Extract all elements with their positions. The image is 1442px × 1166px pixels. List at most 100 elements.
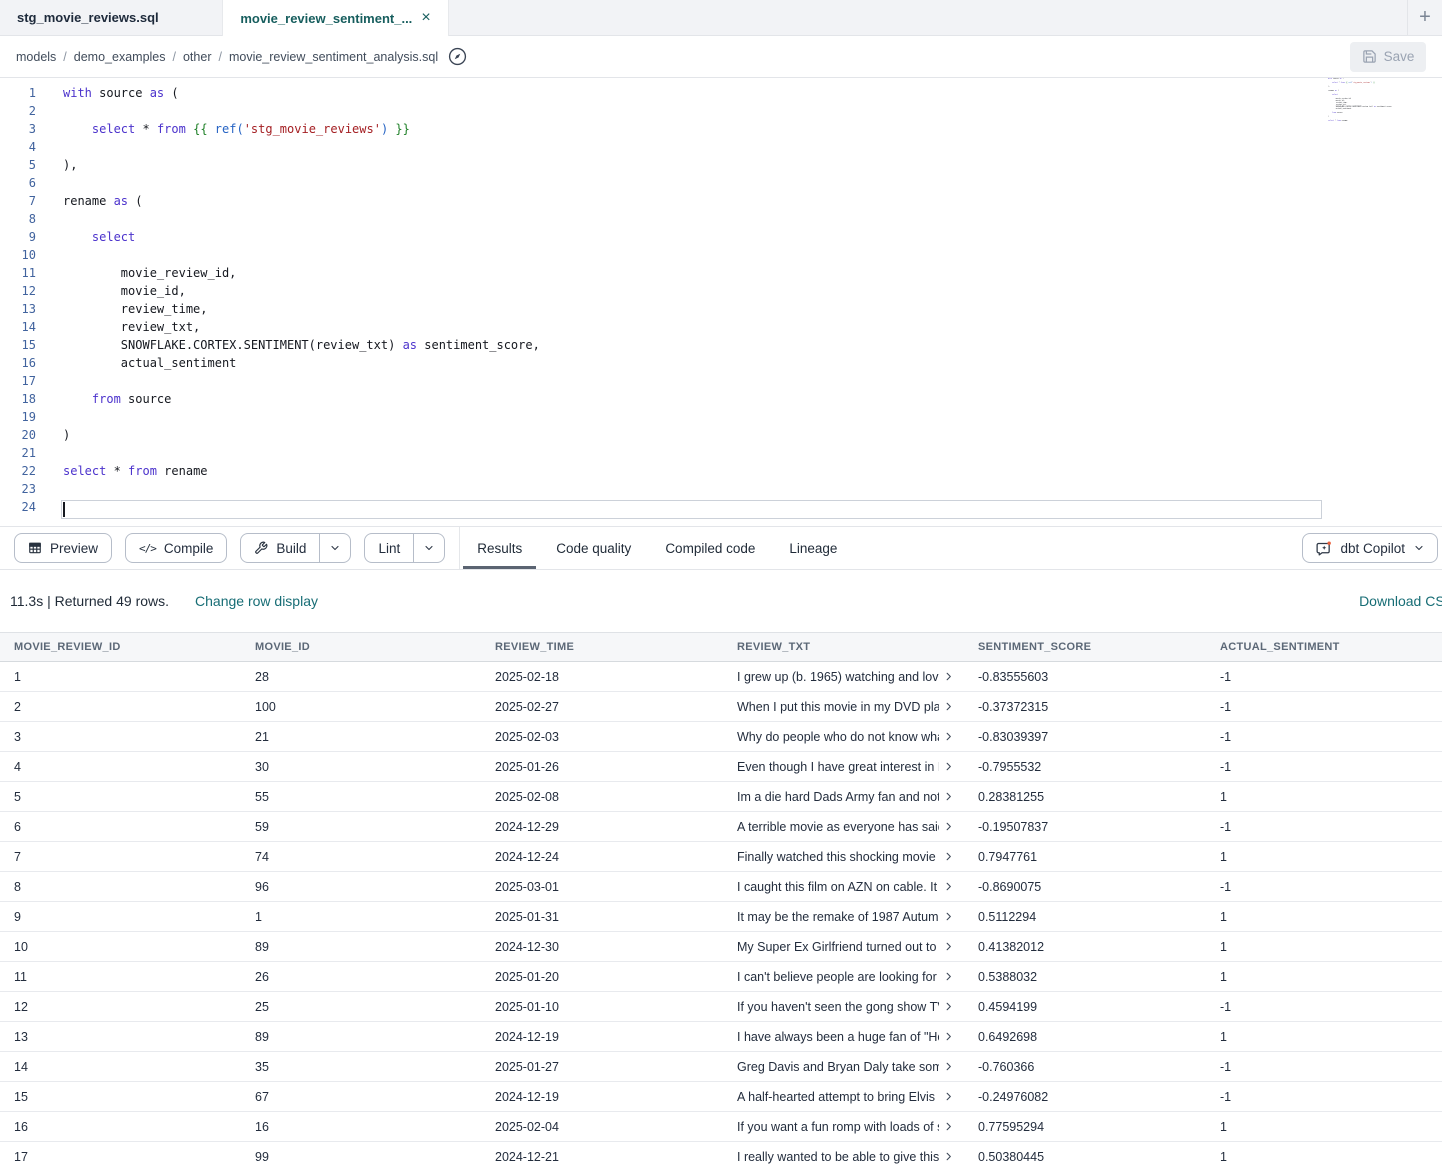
table-row: 14352025-01-27Greg Davis and Bryan Daly … [0, 1052, 1442, 1082]
tab-results[interactable]: Results [463, 527, 536, 569]
review-text: Even though I have great interest in Bi… [737, 760, 939, 774]
expand-cell-icon[interactable] [943, 1151, 954, 1162]
table-cell: 12 [0, 992, 241, 1021]
close-tab-icon[interactable]: × [421, 10, 430, 26]
table-cell: 10 [0, 932, 241, 961]
expand-cell-icon[interactable] [943, 881, 954, 892]
table-cell: -0.8690075 [964, 872, 1206, 901]
file-tab-label: stg_movie_reviews.sql [17, 10, 159, 25]
expand-cell-icon[interactable] [943, 761, 954, 772]
expand-cell-icon[interactable] [943, 911, 954, 922]
build-dropdown-button[interactable] [319, 534, 350, 562]
table-row: 4302025-01-26Even though I have great in… [0, 752, 1442, 782]
expand-cell-icon[interactable] [943, 731, 954, 742]
table-cell: 2024-12-19 [481, 1022, 723, 1051]
table-cell: 28 [241, 662, 481, 691]
file-tab-movie-review-sentiment[interactable]: movie_review_sentiment_... × [222, 0, 449, 36]
table-cell: 2025-01-27 [481, 1052, 723, 1081]
expand-cell-icon[interactable] [943, 821, 954, 832]
table-grid-icon [28, 541, 42, 555]
table-cell: 2025-02-08 [481, 782, 723, 811]
lint-button[interactable]: Lint [365, 534, 413, 562]
table-cell: 2025-03-01 [481, 872, 723, 901]
review-text: Greg Davis and Bryan Daly take some … [737, 1060, 939, 1074]
expand-cell-icon[interactable] [943, 1121, 954, 1132]
action-bar: Preview </> Compile Build Lint Results C… [0, 527, 1442, 570]
code-icon: </> [139, 542, 156, 555]
lint-split-button: Lint [364, 533, 445, 563]
table-cell: 2 [0, 692, 241, 721]
table-cell: 9 [0, 902, 241, 931]
code-editor[interactable]: 123456789101112131415161718192021222324 … [0, 78, 1442, 527]
chevron-down-icon [1413, 542, 1425, 554]
table-cell: I really wanted to be able to give this … [723, 1142, 964, 1166]
compile-button[interactable]: </> Compile [125, 533, 227, 563]
table-cell: 55 [241, 782, 481, 811]
expand-cell-icon[interactable] [943, 1001, 954, 1012]
preview-button[interactable]: Preview [14, 533, 112, 563]
expand-cell-icon[interactable] [943, 1091, 954, 1102]
column-header: MOVIE_REVIEW_ID [0, 633, 241, 661]
expand-cell-icon[interactable] [943, 1031, 954, 1042]
file-tab-stg-movie-reviews[interactable]: stg_movie_reviews.sql [0, 0, 222, 35]
table-cell: -0.19507837 [964, 812, 1206, 841]
table-row: 12252025-01-10If you haven't seen the go… [0, 992, 1442, 1022]
table-cell: -1 [1206, 752, 1442, 781]
expand-cell-icon[interactable] [943, 851, 954, 862]
table-cell: 1 [1206, 782, 1442, 811]
table-cell: 26 [241, 962, 481, 991]
file-tab-bar: stg_movie_reviews.sql movie_review_senti… [0, 0, 1442, 36]
breadcrumb-separator: / [63, 50, 66, 64]
table-cell: 2025-02-03 [481, 722, 723, 751]
table-cell: 0.5112294 [964, 902, 1206, 931]
expand-cell-icon[interactable] [943, 791, 954, 802]
table-cell: 67 [241, 1082, 481, 1111]
compile-label: Compile [164, 541, 214, 556]
breadcrumb-segment: demo_examples [74, 50, 166, 64]
table-cell: 16 [0, 1112, 241, 1141]
tab-code-quality[interactable]: Code quality [542, 527, 645, 569]
expand-cell-icon[interactable] [943, 1061, 954, 1072]
table-cell: 25 [241, 992, 481, 1021]
new-tab-button[interactable]: + [1408, 0, 1442, 35]
table-cell: -0.7955532 [964, 752, 1206, 781]
dbt-copilot-button[interactable]: dbt Copilot [1302, 533, 1438, 563]
review-text: I really wanted to be able to give this … [737, 1150, 939, 1164]
table-cell: 5 [0, 782, 241, 811]
expand-cell-icon[interactable] [943, 971, 954, 982]
tab-lineage[interactable]: Lineage [775, 527, 851, 569]
table-cell: 1 [1206, 902, 1442, 931]
save-button[interactable]: Save [1350, 42, 1426, 72]
expand-cell-icon[interactable] [943, 941, 954, 952]
change-row-display-link[interactable]: Change row display [195, 593, 318, 609]
results-table: MOVIE_REVIEW_IDMOVIE_IDREVIEW_TIMEREVIEW… [0, 632, 1442, 1166]
expand-cell-icon[interactable] [943, 671, 954, 682]
table-row: 7742024-12-24Finally watched this shocki… [0, 842, 1442, 872]
lint-dropdown-button[interactable] [413, 534, 444, 562]
table-cell: 35 [241, 1052, 481, 1081]
table-cell: 6 [0, 812, 241, 841]
table-cell: 2025-02-04 [481, 1112, 723, 1141]
editor-minimap[interactable]: with source as ( select * from {{ ref('s… [1328, 78, 1402, 136]
table-cell: 1 [1206, 842, 1442, 871]
editor-gutter: 123456789101112131415161718192021222324 [0, 86, 48, 526]
build-split-button: Build [240, 533, 351, 563]
build-label: Build [276, 541, 306, 556]
review-text: If you haven't seen the gong show TV s… [737, 1000, 939, 1014]
table-cell: I grew up (b. 1965) watching and lovin… [723, 662, 964, 691]
table-cell: 13 [0, 1022, 241, 1051]
download-csv-link[interactable]: Download CSV [1359, 593, 1442, 609]
compass-icon[interactable] [448, 47, 467, 66]
table-cell: Why do people who do not know what… [723, 722, 964, 751]
table-cell: 0.4594199 [964, 992, 1206, 1021]
tab-compiled-code[interactable]: Compiled code [651, 527, 769, 569]
table-cell: 15 [0, 1082, 241, 1111]
table-cell: 0.41382012 [964, 932, 1206, 961]
table-cell: 3 [0, 722, 241, 751]
column-header: MOVIE_ID [241, 633, 481, 661]
editor-code[interactable]: with source as ( select * from {{ ref('s… [48, 86, 540, 526]
table-cell: -0.24976082 [964, 1082, 1206, 1111]
expand-cell-icon[interactable] [943, 701, 954, 712]
build-button[interactable]: Build [241, 534, 319, 562]
table-cell: 0.28381255 [964, 782, 1206, 811]
